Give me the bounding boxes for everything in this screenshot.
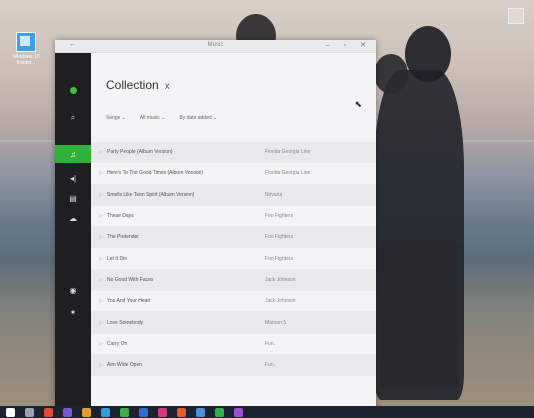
play-icon[interactable]: ▷: [91, 149, 103, 155]
play-icon[interactable]: ▷: [91, 320, 103, 326]
play-icon[interactable]: ▷: [91, 192, 103, 198]
song-artist: Foo Fighters: [265, 234, 294, 241]
song-artist: Nirvana: [265, 191, 283, 198]
window-controls[interactable]: – ▫ ✕: [326, 41, 372, 49]
song-title: Love Somebody: [107, 319, 144, 326]
song-title: Let It Die: [107, 255, 128, 262]
song-title: Smells Like Teen Spirit (Album Version): [107, 191, 195, 198]
song-title: The Pretender: [107, 234, 139, 241]
song-title: No Good With Faces: [107, 276, 154, 283]
title-bar: ← Music – ▫ ✕: [55, 40, 376, 53]
music-note-icon[interactable]: ♫: [55, 145, 91, 163]
song-list: ▷ Party People (Album Version) Florida Geo…: [91, 142, 376, 377]
song-artist: Foo Fighters: [265, 213, 294, 220]
sidebar: ⌕ ♫ ◂| ▤ ☁ ◉ ✶: [55, 53, 91, 412]
now-playing-icon[interactable]: ▤: [55, 189, 91, 207]
settings-icon[interactable]: ✶: [55, 303, 91, 321]
song-artist: Fun.: [265, 362, 276, 369]
song-artist: Jack Johnson: [265, 276, 296, 283]
play-icon[interactable]: ▷: [91, 277, 103, 283]
shuffle-icon[interactable]: x: [165, 81, 170, 92]
song-row[interactable]: ▷ These Days Foo Fighters: [91, 206, 376, 228]
song-title: Here's To The Good Times (Album Version): [107, 170, 204, 177]
account-icon[interactable]: ◉: [55, 281, 91, 299]
song-row[interactable]: ▷ No Good With Faces Jack Johnson: [91, 269, 376, 292]
play-icon[interactable]: ▷: [91, 213, 103, 219]
app-icon[interactable]: [158, 407, 167, 417]
song-row[interactable]: ▷ You And Your Heart Jack Johnson: [91, 291, 376, 313]
taskbar: [0, 406, 534, 418]
song-title: Aim Wide Open: [107, 362, 143, 369]
app-icon[interactable]: [234, 407, 243, 417]
filter-bar: Songs All music By date added: [106, 115, 217, 121]
wallpaper-figure: [405, 26, 451, 82]
folder-icon[interactable]: [82, 407, 91, 417]
song-artist: Florida Georgia Line: [265, 149, 311, 156]
song-title: You And Your Heart: [107, 298, 151, 305]
search-icon[interactable]: [25, 407, 34, 417]
search-icon[interactable]: ⌕: [55, 109, 91, 127]
collection-heading: Collection: [106, 78, 159, 92]
song-artist: Fun.: [265, 340, 276, 347]
play-icon[interactable]: ▷: [91, 234, 103, 240]
song-row[interactable]: ▷ The Pretender Foo Fighters: [91, 227, 376, 249]
music-app-window: ← Music – ▫ ✕ ⌕ ♫ ◂| ▤ ☁ ◉ ✶ Collection x…: [55, 40, 376, 412]
play-icon[interactable]: ▷: [91, 170, 103, 176]
wallpaper-figure: [374, 70, 464, 400]
play-icon[interactable]: ▷: [91, 256, 103, 262]
song-row[interactable]: ▷ Let It Die Foo Fighters: [91, 248, 376, 270]
app-icon[interactable]: [177, 407, 186, 417]
app-icon[interactable]: [139, 407, 148, 417]
song-title: These Days: [107, 213, 134, 220]
song-artist: Florida Georgia Line: [265, 170, 311, 177]
page-title: Collection x: [106, 78, 170, 92]
song-row[interactable]: ▷ Party People (Album Version) Florida Geo…: [91, 142, 376, 164]
app-icon[interactable]: [196, 407, 205, 417]
play-icon[interactable]: ▷: [91, 362, 103, 368]
desktop-shortcut[interactable]: Windows 10 Insider...: [8, 32, 44, 66]
song-row[interactable]: ▷ Love Somebody Maroon 5: [91, 312, 376, 334]
song-artist: Jack Johnson: [265, 298, 296, 305]
music-app-icon[interactable]: [215, 407, 224, 417]
play-icon[interactable]: ▷: [91, 341, 103, 347]
cloud-icon[interactable]: ☁: [55, 209, 91, 227]
song-row[interactable]: ▷ Carry On Fun.: [91, 334, 376, 355]
song-row[interactable]: ▷ Here's To The Good Times (Album Version…: [91, 163, 376, 185]
wallpaper-figure: [374, 54, 408, 94]
filter-genre-dropdown[interactable]: All music: [140, 115, 166, 121]
filter-songs-dropdown[interactable]: Songs: [106, 115, 126, 121]
app-icon[interactable]: [63, 407, 72, 417]
start-button-icon[interactable]: [6, 407, 15, 417]
browser-icon[interactable]: [101, 407, 110, 417]
collection-view: Collection x ⬉ Songs All music By date ad…: [91, 53, 376, 412]
song-row[interactable]: ▷ Aim Wide Open Fun.: [91, 354, 376, 377]
windows-installer-icon: [16, 32, 36, 52]
music-logo-icon[interactable]: [55, 81, 91, 99]
song-row[interactable]: ▷ Smells Like Teen Spirit (Album Version)…: [91, 184, 376, 206]
desktop-shortcut-label: Windows 10 Insider...: [12, 54, 40, 66]
song-artist: Maroon 5: [265, 319, 287, 326]
app-icon[interactable]: [44, 407, 53, 417]
tray-icon[interactable]: [508, 8, 524, 24]
mouse-cursor-icon: ⬉: [354, 99, 362, 109]
sort-dropdown[interactable]: By date added: [179, 115, 217, 121]
play-icon[interactable]: ▷: [91, 298, 103, 304]
store-icon[interactable]: [120, 407, 129, 417]
radio-icon[interactable]: ◂|: [55, 169, 91, 187]
song-title: Carry On: [107, 340, 128, 347]
song-artist: Foo Fighters: [265, 255, 294, 262]
song-title: Party People (Album Version): [107, 149, 173, 156]
